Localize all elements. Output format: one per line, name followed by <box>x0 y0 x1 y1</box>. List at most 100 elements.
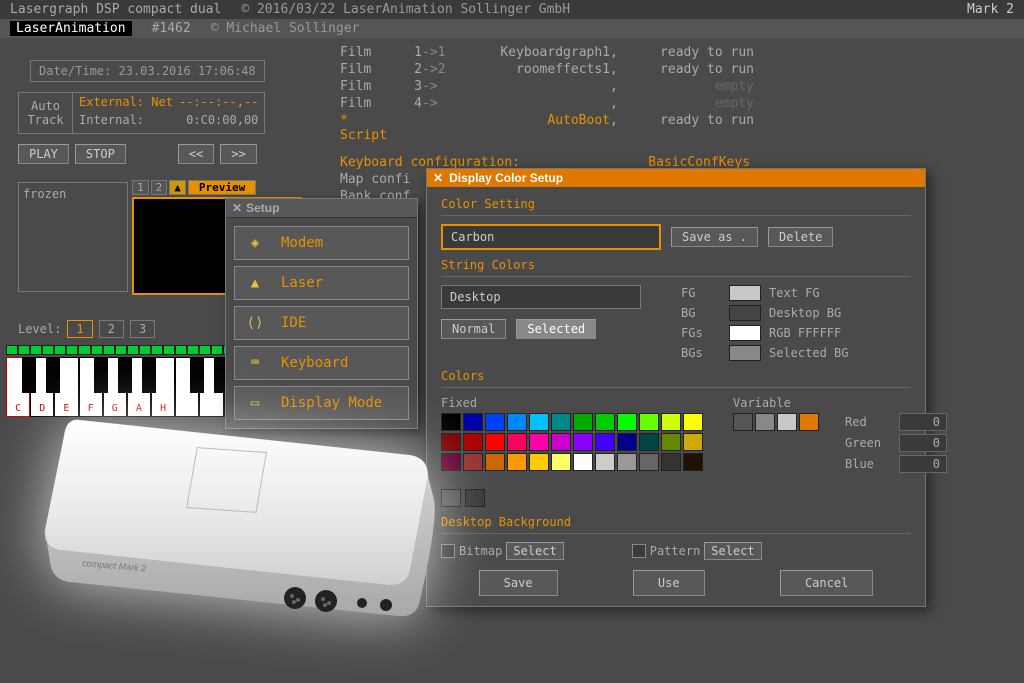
blue-label: Blue <box>845 457 891 471</box>
desktop-bg-label: Desktop Background <box>441 515 911 529</box>
setup-window-title: Setup <box>246 201 279 215</box>
edition-label: Mark 2 <box>967 2 1014 17</box>
palette-cell[interactable] <box>573 413 593 431</box>
fgs-swatch[interactable] <box>729 325 761 341</box>
pattern-select-button[interactable]: Select <box>704 542 761 560</box>
bgs-swatch[interactable] <box>729 345 761 361</box>
palette-cell[interactable] <box>529 413 549 431</box>
palette-cell[interactable] <box>639 413 659 431</box>
palette-cell[interactable] <box>683 413 703 431</box>
setup-icon: ▲ <box>245 275 265 291</box>
palette-cell[interactable] <box>617 453 637 471</box>
setup-icon: ◈ <box>245 235 265 251</box>
film-row: Film3->,empty <box>340 78 830 95</box>
palette-cell[interactable] <box>551 453 571 471</box>
palette-cell[interactable] <box>595 413 615 431</box>
bitmap-select-button[interactable]: Select <box>506 542 563 560</box>
fg-swatch[interactable] <box>729 285 761 301</box>
display-color-setup-window: ✕ Display Color Setup Color Setting Carb… <box>426 168 926 607</box>
palette-cell[interactable] <box>617 433 637 451</box>
setup-icon: ⌨ <box>245 355 265 371</box>
palette-cell[interactable] <box>639 453 659 471</box>
palette-variable <box>733 413 819 431</box>
palette-cell[interactable] <box>755 413 775 431</box>
green-label: Green <box>845 436 891 450</box>
fgs-text: RGB FFFFFF <box>769 326 889 340</box>
owner-name: LaserAnimation <box>10 21 132 36</box>
level-button-2[interactable]: 2 <box>99 320 124 338</box>
red-label: Red <box>845 415 891 429</box>
close-icon[interactable]: ✕ <box>232 201 242 215</box>
bg-label: BG <box>681 306 721 320</box>
setup-button-ide[interactable]: ⟨⟩IDE <box>234 306 409 340</box>
film-row: Film2->2roomeffects1,ready to run <box>340 61 830 78</box>
external-label: External: Net <box>79 95 173 109</box>
palette-cell[interactable] <box>551 433 571 451</box>
film-row: * ScriptAutoBoot,ready to run <box>340 112 830 144</box>
stop-button[interactable]: STOP <box>75 144 126 164</box>
save-button[interactable]: Save <box>479 570 558 596</box>
rewind-button[interactable]: << <box>178 144 214 164</box>
forward-button[interactable]: >> <box>220 144 256 164</box>
status-left-panel: frozen <box>18 182 128 292</box>
palette-cell[interactable] <box>507 413 527 431</box>
palette-cell[interactable] <box>777 413 797 431</box>
bg-text: Desktop BG <box>769 306 889 320</box>
blue-input[interactable]: 0 <box>899 455 947 473</box>
bgs-label: BGs <box>681 346 721 360</box>
setup-button-laser[interactable]: ▲Laser <box>234 266 409 300</box>
color-setting-input[interactable]: Carbon <box>441 224 661 250</box>
preview-tab-2[interactable]: 2 <box>151 180 168 195</box>
normal-button[interactable]: Normal <box>441 319 506 339</box>
preview-tab-1[interactable]: 1 <box>132 180 149 195</box>
green-input[interactable]: 0 <box>899 434 947 452</box>
internal-label: Internal: <box>79 113 144 127</box>
palette-cell[interactable] <box>507 433 527 451</box>
color-window-title: Display Color Setup <box>449 171 563 185</box>
palette-cell[interactable] <box>661 453 681 471</box>
map-config-label: Map confi <box>340 172 410 187</box>
pattern-label: Pattern <box>650 544 701 558</box>
pattern-checkbox[interactable] <box>632 544 646 558</box>
palette-cell[interactable] <box>529 433 549 451</box>
setup-button-keyboard[interactable]: ⌨Keyboard <box>234 346 409 380</box>
level-button-3[interactable]: 3 <box>130 320 155 338</box>
palette-cell[interactable] <box>551 413 571 431</box>
palette-cell[interactable] <box>683 453 703 471</box>
palette-cell[interactable] <box>529 453 549 471</box>
use-button[interactable]: Use <box>633 570 705 596</box>
palette-cell[interactable] <box>661 433 681 451</box>
play-button[interactable]: PLAY <box>18 144 69 164</box>
palette-cell[interactable] <box>595 453 615 471</box>
palette-cell[interactable] <box>617 413 637 431</box>
level-label: Level: <box>18 322 61 336</box>
palette-cell[interactable] <box>595 433 615 451</box>
preview-tab-active[interactable]: Preview <box>188 180 256 195</box>
palette-cell[interactable] <box>507 453 527 471</box>
setup-icon: ⟨⟩ <box>245 315 265 331</box>
close-icon[interactable]: ✕ <box>433 171 443 185</box>
film-row: Film4->,empty <box>340 95 830 112</box>
palette-cell[interactable] <box>799 413 819 431</box>
string-selector[interactable]: Desktop <box>441 285 641 309</box>
bg-swatch[interactable] <box>729 305 761 321</box>
save-as-button[interactable]: Save as . <box>671 227 758 247</box>
fgs-label: FGs <box>681 326 721 340</box>
selected-button[interactable]: Selected <box>516 319 596 339</box>
string-colors-label: String Colors <box>441 258 911 272</box>
palette-cell[interactable] <box>573 433 593 451</box>
palette-cell[interactable] <box>573 453 593 471</box>
palette-cell[interactable] <box>683 433 703 451</box>
red-input[interactable]: 0 <box>899 413 947 431</box>
palette-cell[interactable] <box>661 413 681 431</box>
film-row: Film1->1Keyboardgraph1,ready to run <box>340 44 830 61</box>
delete-button[interactable]: Delete <box>768 227 833 247</box>
cancel-button[interactable]: Cancel <box>780 570 873 596</box>
preview-tab-warn-icon[interactable]: ▲ <box>169 180 186 195</box>
auto-track-panel: Auto Track External: Net--:--:--,-- Inte… <box>18 92 265 134</box>
palette-cell[interactable] <box>733 413 753 431</box>
setup-button-modem[interactable]: ◈Modem <box>234 226 409 260</box>
level-button-1[interactable]: 1 <box>67 320 92 338</box>
serial-number: #1462 <box>152 21 191 36</box>
palette-cell[interactable] <box>639 433 659 451</box>
